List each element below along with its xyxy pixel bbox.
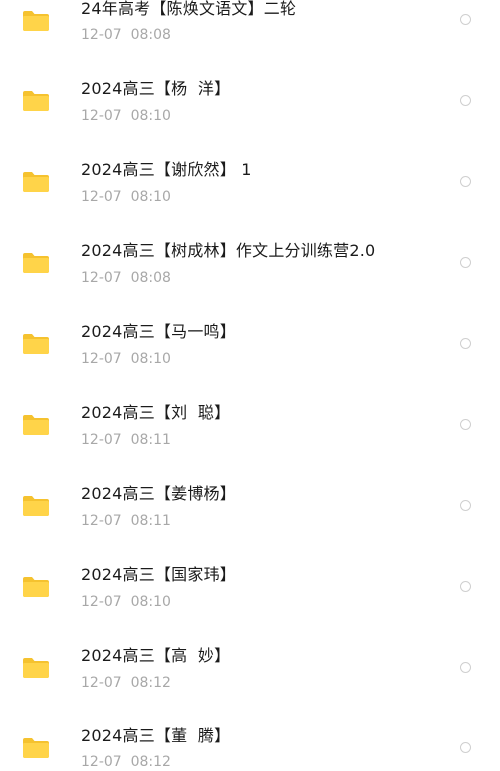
modified-time: 12-07 08:11 <box>81 513 171 529</box>
folder-name: 2024高三【刘 聪】 <box>81 403 231 422</box>
select-radio[interactable] <box>460 14 471 25</box>
folder-icon <box>22 171 50 193</box>
folder-name: 2024高三【马一鸣】 <box>81 322 236 341</box>
folder-row[interactable]: 2024高三【刘 聪】 12-07 08:11 <box>0 385 500 466</box>
folder-row[interactable]: 2024高三【谢欣然】 1 12-07 08:10 <box>0 142 500 223</box>
folder-row[interactable]: 2024高三【国家玮】 12-07 08:10 <box>0 547 500 628</box>
folder-name: 2024高三【姜博杨】 <box>81 484 236 503</box>
select-radio[interactable] <box>460 176 471 187</box>
folder-icon <box>22 657 50 679</box>
folder-row[interactable]: 2024高三【姜博杨】 12-07 08:11 <box>0 466 500 547</box>
folder-row[interactable]: 2024高三【董 腾】 12-07 08:12 <box>0 690 500 771</box>
folder-icon <box>22 414 50 436</box>
folder-name: 2024高三【谢欣然】 1 <box>81 160 252 179</box>
modified-time: 12-07 08:08 <box>81 27 171 43</box>
select-radio[interactable] <box>460 257 471 268</box>
select-radio[interactable] <box>460 581 471 592</box>
file-list: 24年高考【陈焕文语文】二轮 12-07 08:08 2024高三【杨 洋】 1… <box>0 0 500 771</box>
select-radio[interactable] <box>460 419 471 430</box>
folder-name: 2024高三【树成林】作文上分训练营2.0 <box>81 241 376 260</box>
folder-name: 24年高考【陈焕文语文】二轮 <box>81 0 297 18</box>
modified-time: 12-07 08:10 <box>81 351 171 367</box>
folder-icon <box>22 576 50 598</box>
modified-time: 12-07 08:11 <box>81 432 171 448</box>
folder-name: 2024高三【国家玮】 <box>81 565 236 584</box>
folder-icon <box>22 90 50 112</box>
folder-row[interactable]: 2024高三【树成林】作文上分训练营2.0 12-07 08:08 <box>0 223 500 304</box>
folder-icon <box>22 10 50 32</box>
folder-row[interactable]: 24年高考【陈焕文语文】二轮 12-07 08:08 <box>0 0 500 61</box>
modified-time: 12-07 08:10 <box>81 594 171 610</box>
folder-icon <box>22 495 50 517</box>
select-radio[interactable] <box>460 338 471 349</box>
folder-name: 2024高三【杨 洋】 <box>81 79 231 98</box>
folder-icon <box>22 252 50 274</box>
modified-time: 12-07 08:08 <box>81 270 171 286</box>
modified-time: 12-07 08:12 <box>81 754 171 770</box>
folder-row[interactable]: 2024高三【杨 洋】 12-07 08:10 <box>0 61 500 142</box>
select-radio[interactable] <box>460 742 471 753</box>
folder-icon <box>22 333 50 355</box>
modified-time: 12-07 08:10 <box>81 108 171 124</box>
modified-time: 12-07 08:10 <box>81 189 171 205</box>
folder-name: 2024高三【董 腾】 <box>81 726 231 745</box>
select-radio[interactable] <box>460 95 471 106</box>
select-radio[interactable] <box>460 662 471 673</box>
folder-name: 2024高三【高 妙】 <box>81 646 231 665</box>
folder-icon <box>22 737 50 759</box>
select-radio[interactable] <box>460 500 471 511</box>
folder-row[interactable]: 2024高三【马一鸣】 12-07 08:10 <box>0 304 500 385</box>
